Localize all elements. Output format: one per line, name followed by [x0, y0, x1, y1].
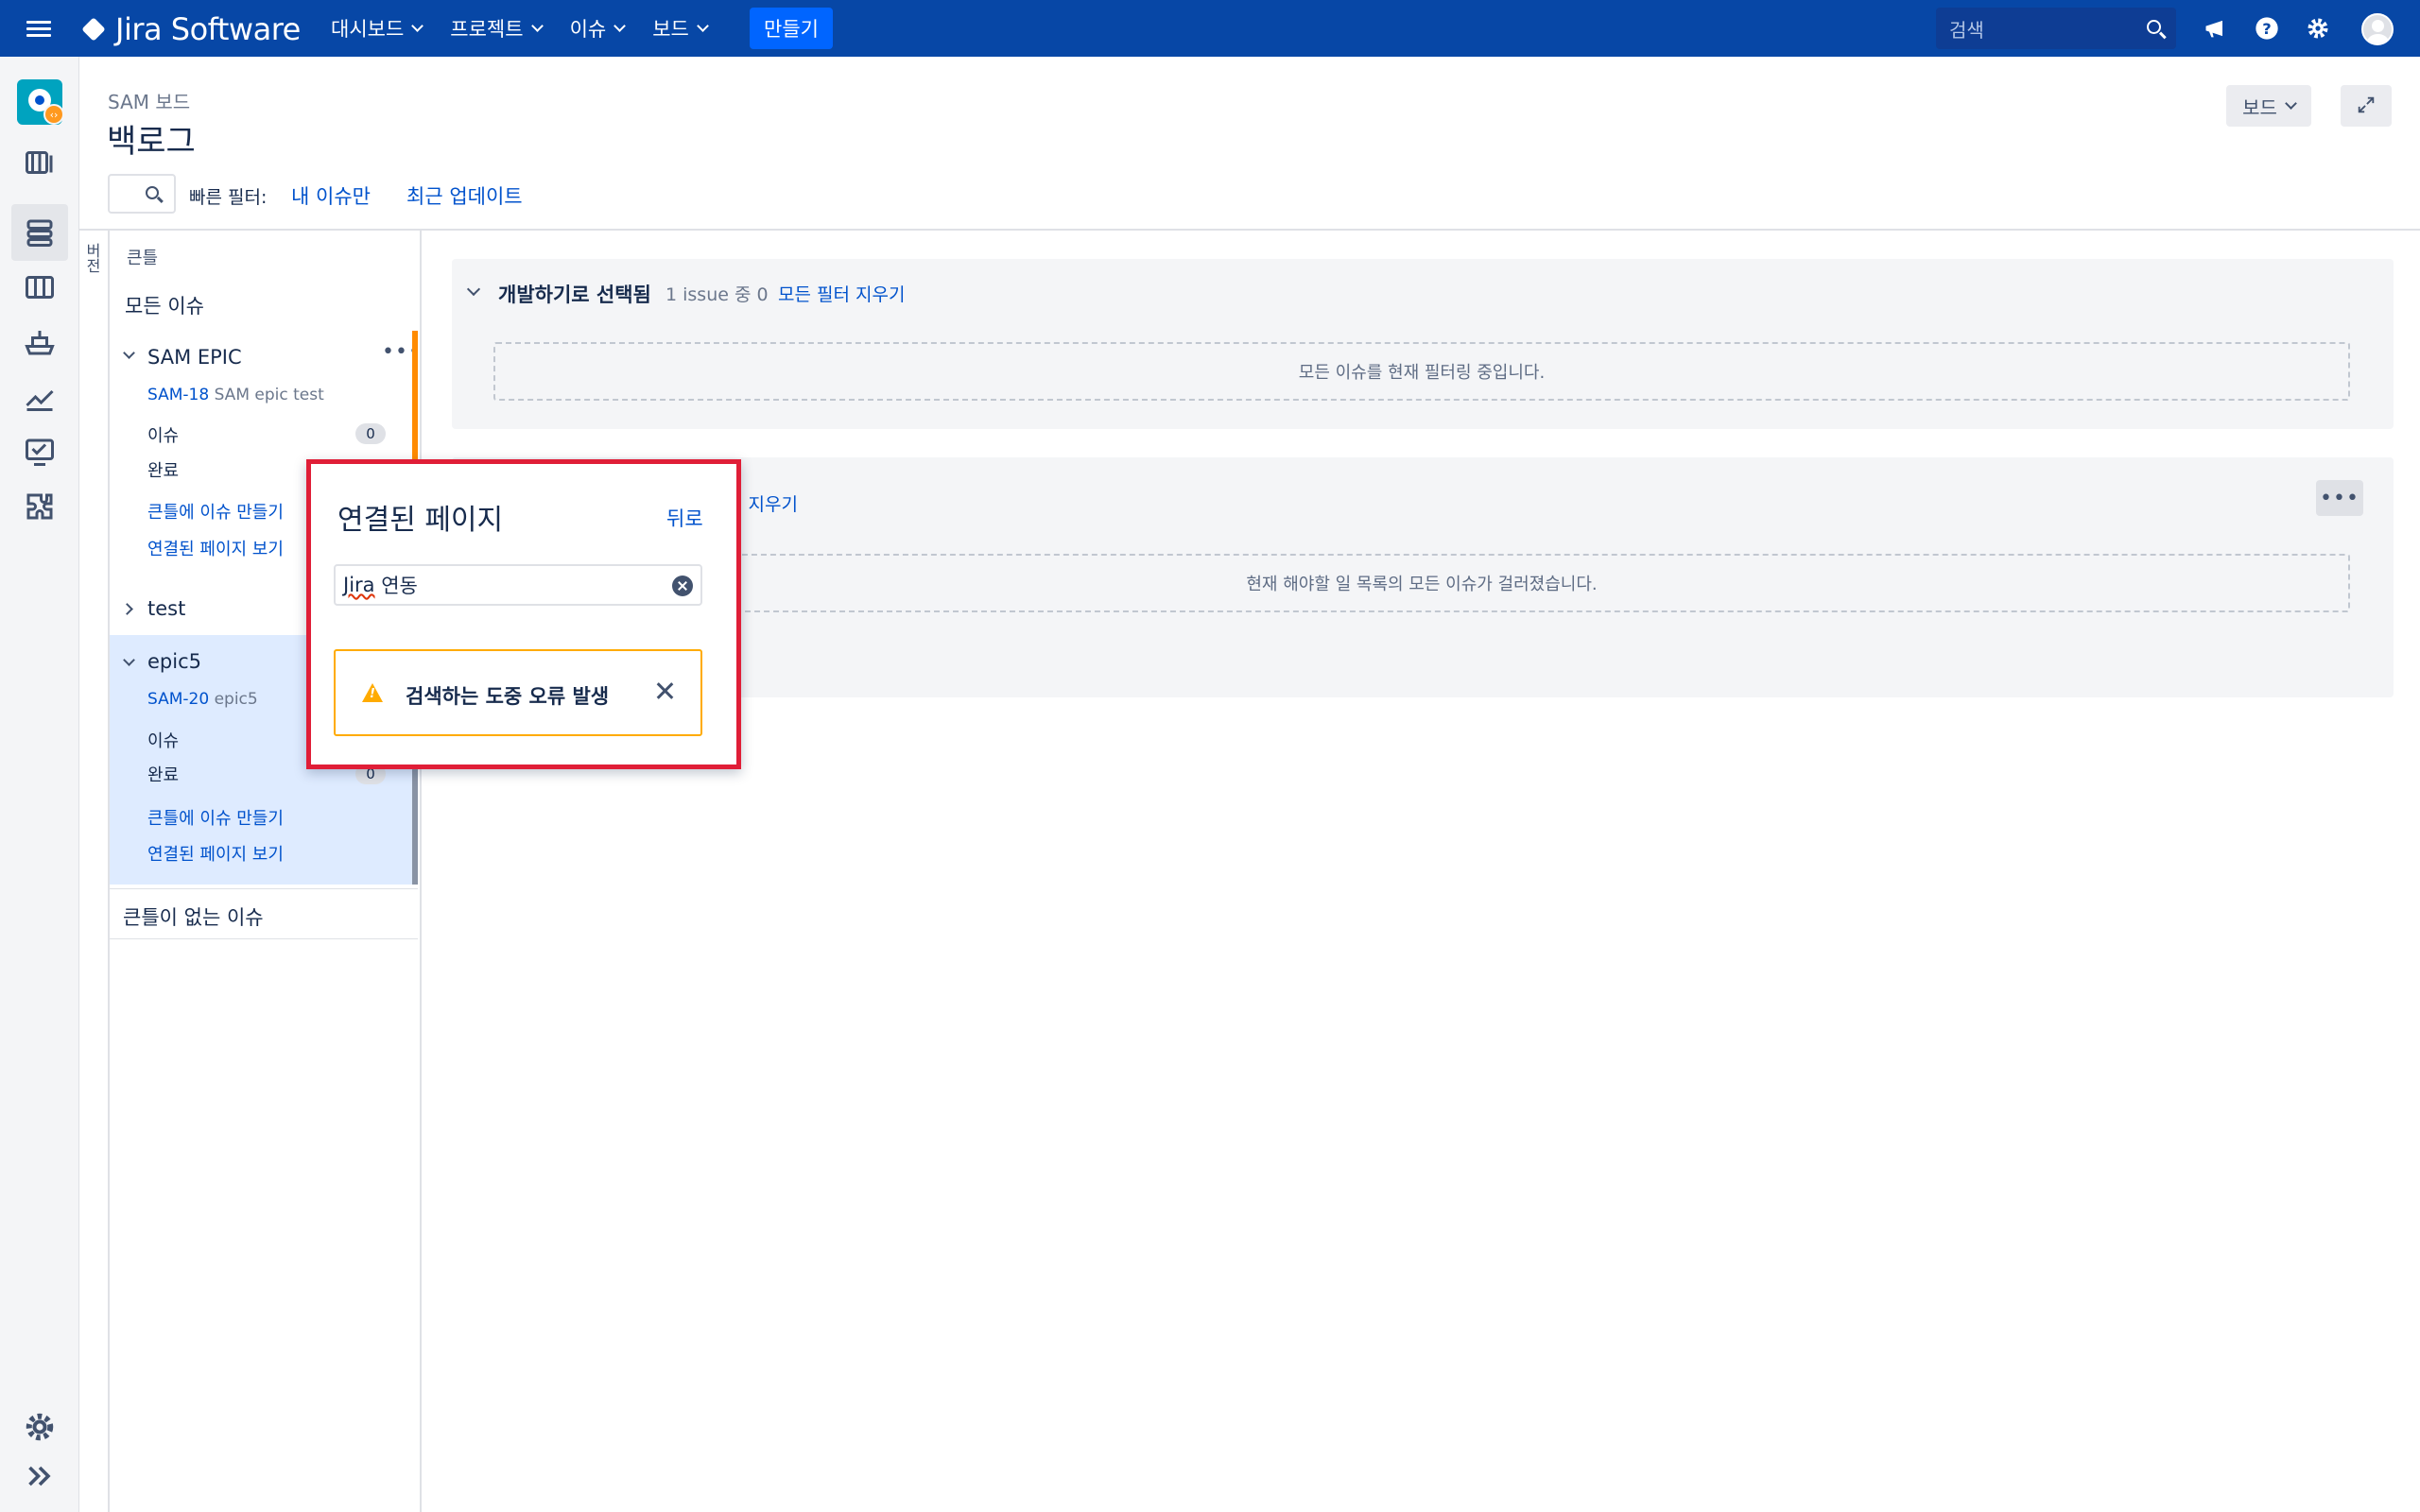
- issues-icon[interactable]: [23, 435, 57, 469]
- search-value-word: Jira: [343, 574, 375, 596]
- sprint-empty-state: 모든 이슈를 현재 필터링 중입니다.: [493, 342, 2350, 401]
- nav-dashboards-label: 대시보드: [331, 18, 405, 41]
- epic-issues-count: 0: [355, 423, 386, 444]
- epics-all-issues[interactable]: 모든 이슈: [125, 291, 204, 319]
- nav-boards[interactable]: 보드: [652, 14, 709, 43]
- epic-color-strip: [412, 331, 418, 461]
- releases-icon[interactable]: [23, 325, 57, 359]
- nav-issues[interactable]: 이슈: [569, 14, 627, 43]
- close-icon[interactable]: [653, 679, 676, 702]
- no-epic-label: 큰틀이 없는 이슈: [123, 906, 264, 929]
- epic-name-epic5[interactable]: epic5: [147, 650, 201, 673]
- quick-filter-my-issues[interactable]: 내 이슈만: [291, 181, 371, 210]
- nav-issues-label: 이슈: [569, 18, 607, 41]
- board-button-label: 보드: [2242, 95, 2277, 119]
- sprint-title: 개발하기로 선택됨: [498, 284, 651, 306]
- popup-back-link[interactable]: 뒤로: [666, 504, 703, 532]
- menu-icon[interactable]: [26, 17, 51, 40]
- epic-key: SAM-20: [147, 690, 210, 709]
- search-error-text: 검색하는 도중 오류 발생: [406, 685, 610, 708]
- search-icon: [2147, 20, 2161, 34]
- expand-sidebar-icon[interactable]: [23, 1459, 57, 1493]
- product-name: Jira Software: [115, 11, 301, 47]
- jira-logo[interactable]: Jira Software: [79, 11, 301, 47]
- epics-header: 큰틀: [127, 249, 159, 268]
- chevron-down-icon: [530, 19, 544, 32]
- backlog-empty-state: 현재 해야할 일 목록의 모든 이슈가 걸러졌습니다.: [493, 554, 2350, 612]
- linked-pages-search-input[interactable]: Jira 연동: [334, 564, 702, 606]
- nav-boards-label: 보드: [652, 18, 689, 41]
- epic-color-strip: [412, 762, 418, 885]
- epic-name-sam-epic[interactable]: SAM EPIC: [147, 346, 242, 369]
- search-placeholder: 검색: [1949, 18, 1984, 42]
- nav-projects[interactable]: 프로젝트: [450, 14, 544, 43]
- fullscreen-button[interactable]: [2341, 85, 2392, 127]
- popup-title: 연결된 페이지: [337, 504, 504, 537]
- epic-summary: epic5: [214, 690, 258, 709]
- epic-name-test[interactable]: test: [147, 597, 185, 620]
- quick-filter-label: 빠른 필터:: [189, 187, 268, 208]
- epic-summary: SAM epic test: [214, 386, 324, 404]
- help-icon[interactable]: ?: [2254, 15, 2280, 42]
- addons-puzzle-icon[interactable]: [23, 490, 57, 524]
- create-button[interactable]: 만들기: [750, 8, 833, 49]
- board-icon[interactable]: [23, 270, 57, 304]
- epic-done-label: 완료: [147, 765, 180, 785]
- project-sidebar: ‹›: [0, 57, 79, 1512]
- epic-done-label: 완료: [147, 461, 180, 481]
- chevron-down-icon: [614, 19, 627, 32]
- roadmap-icon[interactable]: [23, 146, 57, 180]
- board-dropdown-button[interactable]: 보드: [2226, 85, 2311, 127]
- board-breadcrumb[interactable]: SAM 보드: [108, 87, 190, 114]
- search-value-rest: 연동: [374, 575, 418, 597]
- search-error-banner: 검색하는 도중 오류 발생: [334, 649, 702, 736]
- backlog-search-input[interactable]: [108, 174, 176, 214]
- warning-icon: [362, 683, 383, 702]
- main-nav: 대시보드 프로젝트 이슈 보드: [331, 0, 735, 57]
- header-divider: [79, 229, 2420, 231]
- view-linked-pages-link[interactable]: 연결된 페이지 보기: [147, 536, 284, 560]
- create-issue-in-epic-link[interactable]: 큰틀에 이슈 만들기: [147, 805, 284, 830]
- epic-issues-label: 이슈: [147, 731, 180, 751]
- project-settings-icon[interactable]: [23, 1410, 57, 1444]
- quick-filter-recent[interactable]: 최근 업데이트: [406, 181, 523, 210]
- project-badge-icon: ‹›: [43, 104, 64, 125]
- svg-text:?: ?: [2262, 20, 2271, 38]
- epic-issues-label: 이슈: [147, 426, 180, 446]
- expand-icon: [2358, 96, 2375, 113]
- backlog-icon[interactable]: [23, 215, 57, 249]
- create-issue-in-epic-link[interactable]: 큰틀에 이슈 만들기: [147, 499, 284, 524]
- nav-projects-label: 프로젝트: [450, 18, 524, 41]
- view-linked-pages-link[interactable]: 연결된 페이지 보기: [147, 841, 284, 866]
- top-navigation-bar: Jira Software 대시보드 프로젝트 이슈 보드 만들기 검색 ?: [0, 0, 2420, 57]
- linked-pages-popup: 연결된 페이지 뒤로 Jira 연동 검색하는 도중 오류 발생: [306, 459, 741, 769]
- page-title: 백로그: [107, 123, 196, 161]
- search-icon: [146, 186, 159, 199]
- issues-without-epic[interactable]: 큰틀이 없는 이슈: [110, 888, 418, 939]
- backlog-more-button[interactable]: •••: [2316, 480, 2363, 516]
- settings-icon[interactable]: [2305, 15, 2331, 42]
- epic-key-sam-20[interactable]: SAM-20 epic5: [147, 690, 258, 709]
- user-avatar[interactable]: [2361, 13, 2394, 45]
- reports-icon[interactable]: [23, 380, 57, 414]
- chevron-down-icon: [2285, 96, 2297, 110]
- chevron-down-icon: [411, 19, 424, 32]
- clear-all-filters-link[interactable]: 모든 필터 지우기: [778, 281, 905, 306]
- global-search-input[interactable]: 검색: [1936, 8, 2176, 49]
- versions-side-tab[interactable]: 버전: [81, 244, 106, 274]
- epic-key: SAM-18: [147, 386, 210, 404]
- jira-diamond-icon: [79, 15, 108, 43]
- chevron-down-icon: [696, 19, 709, 32]
- nav-dashboards[interactable]: 대시보드: [331, 14, 424, 43]
- sprint-issue-count: 1 issue 중 0: [666, 284, 769, 305]
- megaphone-icon[interactable]: [2203, 15, 2229, 42]
- epic-key-sam-18[interactable]: SAM-18 SAM epic test: [147, 386, 324, 404]
- clear-input-icon[interactable]: [672, 576, 693, 596]
